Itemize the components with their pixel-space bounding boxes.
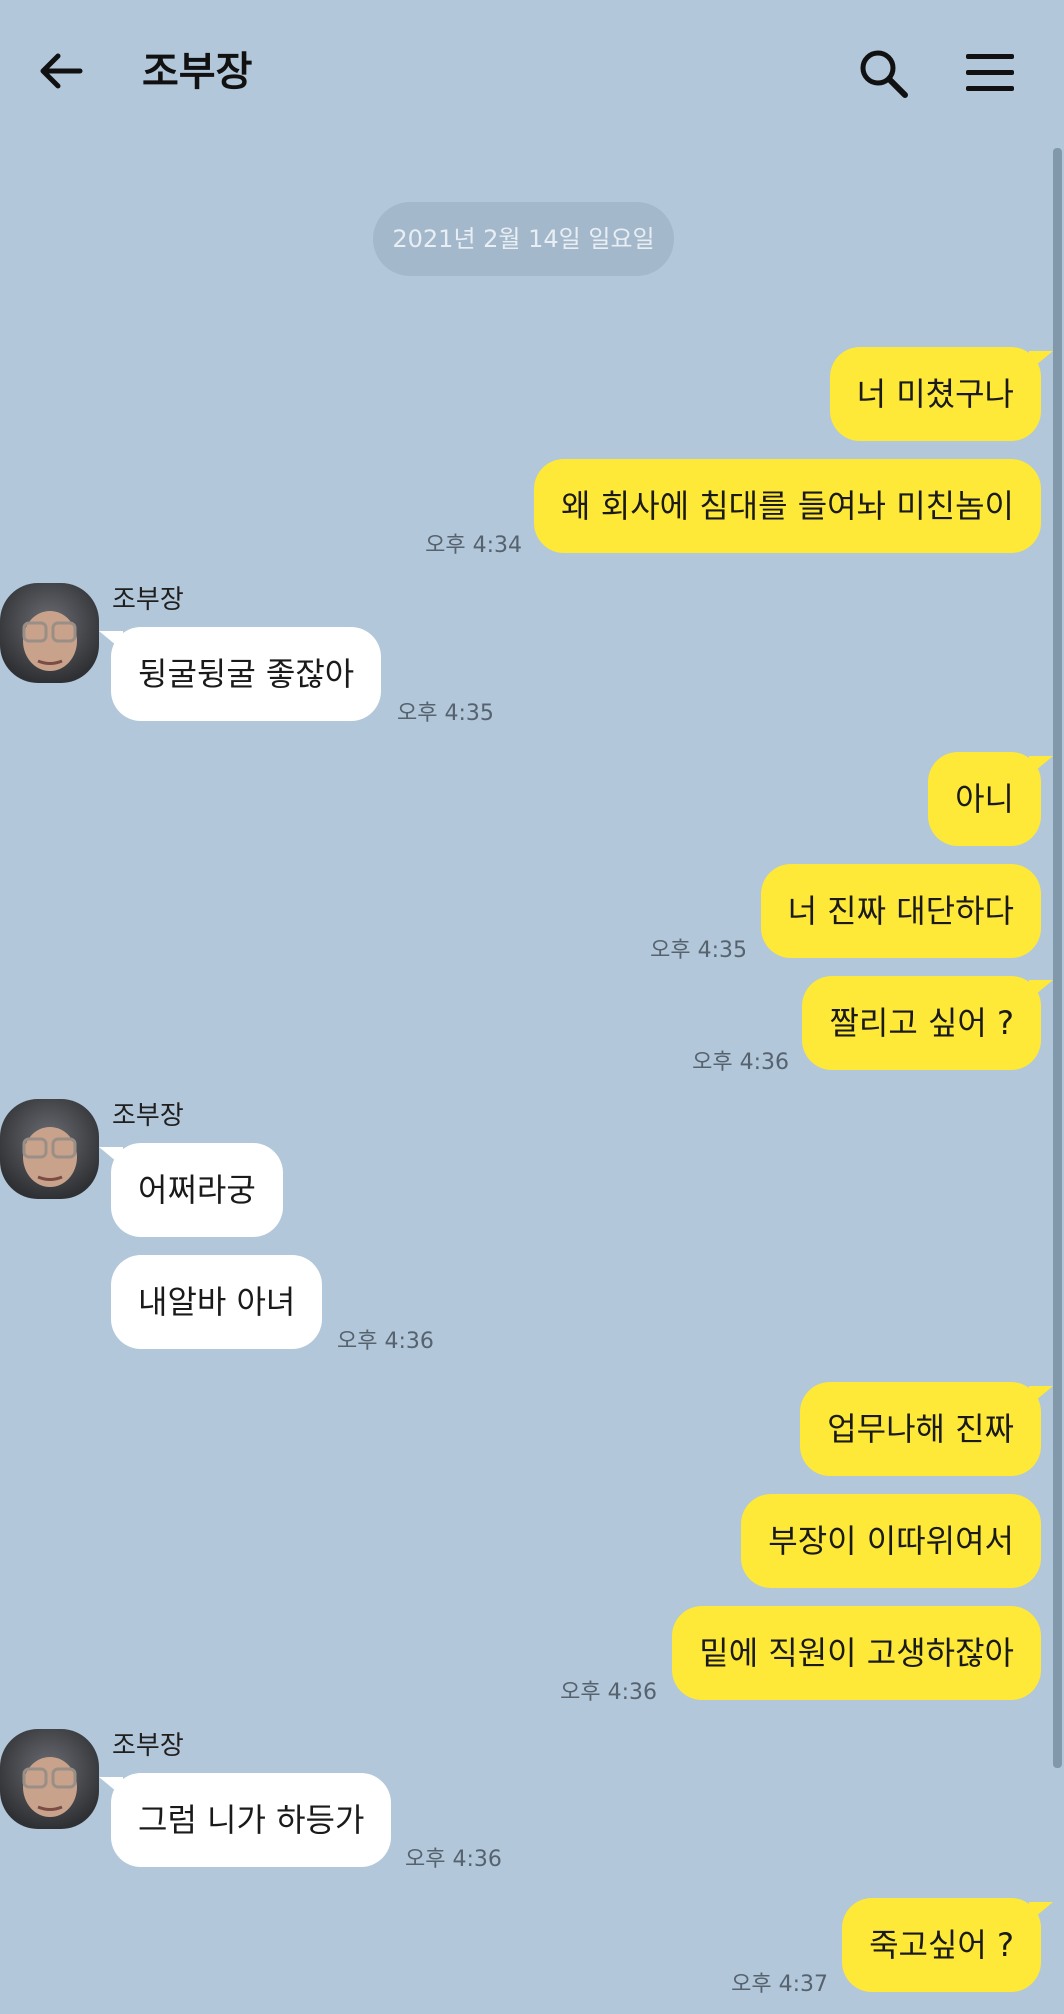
hamburger-menu-icon — [966, 54, 1014, 91]
menu-button[interactable] — [966, 52, 1014, 94]
sender-name: 조부장 — [112, 1731, 184, 1761]
my-message-bubble[interactable]: 짤리고 싶어 ? — [802, 976, 1053, 1070]
message-timestamp: 오후 4:37 — [731, 1972, 828, 1997]
message-timestamp: 오후 4:35 — [397, 701, 494, 726]
message-timestamp: 오후 4:36 — [337, 1329, 434, 1354]
arrow-left-icon — [40, 53, 83, 89]
my-message-bubble[interactable]: 왜 회사에 침대를 들여놔 미친놈이 — [534, 459, 1041, 553]
avatar[interactable] — [0, 1729, 99, 1829]
profile-photo-icon — [0, 1729, 99, 1829]
other-message-bubble[interactable]: 내알바 아녀 — [111, 1255, 323, 1349]
profile-photo-icon — [0, 583, 99, 683]
my-message-bubble[interactable]: 업무나해 진짜 — [800, 1382, 1053, 1476]
search-icon — [860, 50, 908, 98]
my-message-bubble[interactable]: 너 진짜 대단하다 — [760, 864, 1041, 958]
message-timestamp: 오후 4:35 — [650, 938, 747, 963]
back-button[interactable] — [36, 46, 86, 96]
date-divider: 2021년 2월 14일 일요일 — [373, 202, 674, 276]
message-timestamp: 오후 4:36 — [560, 1680, 657, 1705]
my-message-bubble[interactable]: 밑에 직원이 고생하잖아 — [672, 1606, 1041, 1700]
scrollbar[interactable] — [1053, 148, 1062, 1768]
sender-name: 조부장 — [112, 585, 184, 615]
sender-name: 조부장 — [112, 1101, 184, 1131]
chat-header: 조부장 — [0, 0, 1064, 150]
other-message-bubble[interactable]: 뒹굴뒹굴 좋잖아 — [98, 627, 382, 721]
avatar[interactable] — [0, 1099, 99, 1199]
message-timestamp: 오후 4:36 — [692, 1050, 789, 1075]
message-timestamp: 오후 4:36 — [405, 1847, 502, 1872]
search-button[interactable] — [856, 46, 912, 102]
my-message-bubble[interactable]: 아니 — [928, 752, 1053, 846]
profile-photo-icon — [0, 1099, 99, 1199]
message-timestamp: 오후 4:34 — [425, 533, 522, 558]
other-message-bubble[interactable]: 그럼 니가 하등가 — [98, 1773, 392, 1867]
my-message-bubble[interactable]: 죽고싶어 ? — [842, 1898, 1053, 1992]
avatar[interactable] — [0, 583, 99, 683]
my-message-bubble[interactable]: 너 미쳤구나 — [829, 347, 1054, 441]
other-message-bubble[interactable]: 어쩌라궁 — [99, 1143, 283, 1237]
my-message-bubble[interactable]: 부장이 이따위여서 — [741, 1494, 1041, 1588]
chat-title: 조부장 — [142, 49, 253, 95]
